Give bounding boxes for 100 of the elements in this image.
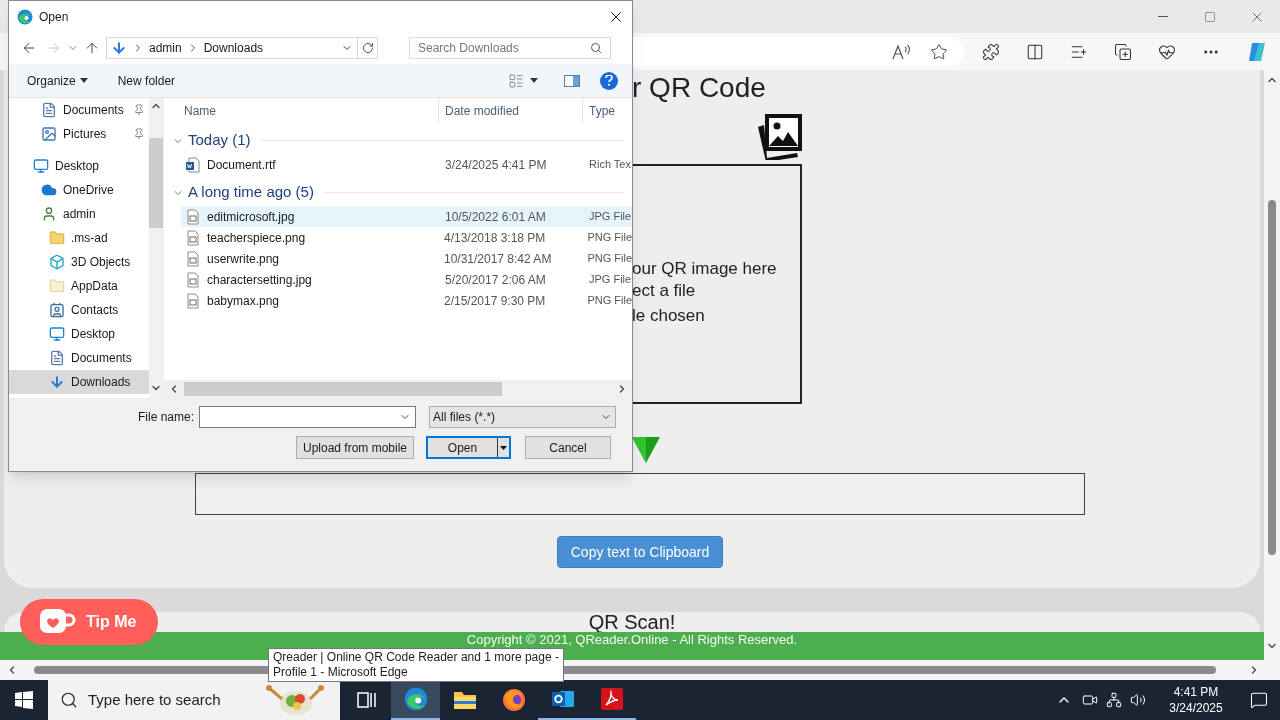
- forward-arrow-icon: [46, 40, 62, 56]
- picture-icon: [41, 126, 57, 142]
- extensions-icon[interactable]: [982, 42, 1000, 61]
- file-row[interactable]: charactersetting.jpg 5/20/2017 2:06 AM JPG File: [181, 269, 632, 290]
- address-field[interactable]: [632, 36, 964, 67]
- column-header[interactable]: Type: [583, 98, 615, 123]
- file-name-field[interactable]: [199, 406, 417, 428]
- camera-icon[interactable]: [1082, 692, 1098, 708]
- caret-icon: [500, 445, 508, 450]
- down-arrow-icon: [632, 437, 660, 463]
- read-aloud-icon[interactable]: [892, 43, 912, 60]
- clock[interactable]: 4:41 PM 3/24/2025: [1158, 684, 1234, 716]
- breadcrumb-item[interactable]: Downloads: [203, 39, 264, 57]
- drop-zone-text: le chosen: [632, 305, 706, 327]
- new-folder-button[interactable]: New folder: [117, 71, 176, 90]
- network-icon[interactable]: [1106, 692, 1122, 708]
- address-bar[interactable]: admin Downloads: [106, 37, 378, 59]
- search-field[interactable]: Search Downloads: [409, 37, 611, 59]
- folder-icon: [49, 230, 65, 246]
- split-screen-icon[interactable]: [1026, 42, 1044, 61]
- column-header[interactable]: Name: [164, 98, 439, 123]
- quick-access-item[interactable]: Pictures: [9, 122, 149, 146]
- file-row[interactable]: teacherspiece.png 4/13/2018 3:18 PM PNG File: [181, 227, 632, 248]
- word-document-icon: [185, 156, 201, 173]
- file-name: babymax.png: [207, 292, 280, 310]
- help-button[interactable]: [600, 71, 618, 90]
- favorite-star-icon[interactable]: [930, 42, 948, 61]
- section-heading: QR Scan!: [588, 612, 676, 632]
- edge-icon: [403, 687, 428, 711]
- copilot-icon[interactable]: [1246, 40, 1268, 63]
- file-date: 10/5/2022 6:01 AM: [444, 208, 547, 226]
- file-date: 5/20/2017 2:06 AM: [444, 271, 547, 289]
- file-type-select[interactable]: All files (*.*): [429, 406, 617, 428]
- taskbar-app-button[interactable]: [391, 680, 440, 720]
- breadcrumb-item[interactable]: admin: [149, 39, 182, 57]
- download-icon: [111, 40, 127, 56]
- caret-icon: [530, 78, 538, 83]
- download-icon: [49, 374, 65, 390]
- acrobat-icon: [600, 688, 623, 710]
- list-view-icon: [508, 72, 524, 89]
- column-header[interactable]: Date modified: [439, 98, 583, 123]
- taskbar-search-field[interactable]: Type here to search: [48, 680, 340, 720]
- quick-access-item[interactable]: Documents: [9, 98, 149, 122]
- nav-scrollbar[interactable]: [149, 98, 163, 398]
- file-type: Rich Tex: [588, 157, 631, 173]
- dialog-button[interactable]: Upload from mobile: [296, 436, 415, 459]
- tree-item[interactable]: .ms-ad: [9, 226, 149, 250]
- view-options-button[interactable]: [508, 72, 538, 89]
- tree-item[interactable]: Documents: [9, 346, 149, 370]
- file-name: teacherspiece.png: [207, 229, 306, 247]
- cube-icon: [49, 254, 65, 270]
- file-name: charactersetting.jpg: [207, 271, 312, 289]
- drop-zone-text: ect a file: [632, 280, 697, 302]
- file-row[interactable]: userwrite.png 10/31/2017 8:42 AM PNG File: [181, 248, 632, 269]
- scrollbar-thumb[interactable]: [149, 138, 163, 228]
- tree-item[interactable]: Desktop: [9, 322, 149, 346]
- file-date: 10/31/2017 8:42 AM: [442, 250, 553, 268]
- tree-item[interactable]: Desktop: [9, 154, 149, 178]
- tree-item[interactable]: 3D Objects: [9, 250, 149, 274]
- scrollbar-thumb[interactable]: [184, 382, 502, 396]
- folder-icon: [49, 278, 65, 294]
- volume-icon[interactable]: [1130, 692, 1146, 708]
- file-row[interactable]: babymax.png 2/15/2017 9:30 PM PNG File: [181, 290, 632, 311]
- file-type: PNG File: [586, 230, 632, 246]
- file-date: 3/24/2025 4:41 PM: [444, 156, 548, 174]
- tree-item[interactable]: OneDrive: [9, 178, 149, 202]
- heart-pulse-icon[interactable]: [1158, 42, 1176, 61]
- file-name: Document.rtf: [207, 156, 276, 174]
- tree-item[interactable]: Contacts: [9, 298, 149, 322]
- notifications-icon[interactable]: [1250, 691, 1268, 709]
- tree-item[interactable]: admin: [9, 202, 149, 226]
- image-icon: [755, 113, 802, 160]
- group-header[interactable]: Today (1): [172, 129, 251, 152]
- scrollbar-thumb[interactable]: [1268, 200, 1276, 555]
- file-name: editmicrosoft.jpg: [207, 208, 295, 226]
- tooltip-text: Qreader | Online QR Code Reader and 1 more page -: [273, 650, 559, 665]
- dialog-title: Open: [39, 8, 69, 26]
- tree-item[interactable]: Downloads: [9, 370, 149, 394]
- dialog-button[interactable]: Cancel: [525, 436, 612, 459]
- user-icon: [41, 206, 57, 222]
- file-row[interactable]: editmicrosoft.jpg 10/5/2022 6:01 AM JPG File: [181, 206, 632, 227]
- copyright-text: Copyright © 2021, QReader.Online - All Rights Reserved.: [466, 633, 798, 647]
- list-scrollbar[interactable]: [164, 380, 632, 398]
- output-field[interactable]: [195, 473, 1085, 515]
- search-icon: [590, 42, 602, 54]
- file-date: 2/15/2017 9:30 PM: [442, 292, 547, 310]
- tree-item[interactable]: AppData: [9, 274, 149, 298]
- restore-icon: [1203, 10, 1216, 23]
- file-icon: [185, 229, 201, 246]
- file-row[interactable]: Document.rtf 3/24/2025 4:41 PM Rich Tex: [181, 154, 632, 175]
- file-name: userwrite.png: [207, 250, 280, 268]
- preview-pane-button[interactable]: [564, 74, 580, 87]
- organize-button[interactable]: Organize: [27, 71, 88, 90]
- file-icon: [185, 208, 201, 225]
- contacts-icon: [49, 302, 65, 318]
- group-header[interactable]: A long time ago (5): [172, 181, 314, 204]
- open-button[interactable]: Open: [426, 436, 512, 459]
- collections-icon[interactable]: [1114, 42, 1132, 61]
- refresh-icon: [361, 42, 374, 54]
- file-type: PNG File: [586, 251, 632, 267]
